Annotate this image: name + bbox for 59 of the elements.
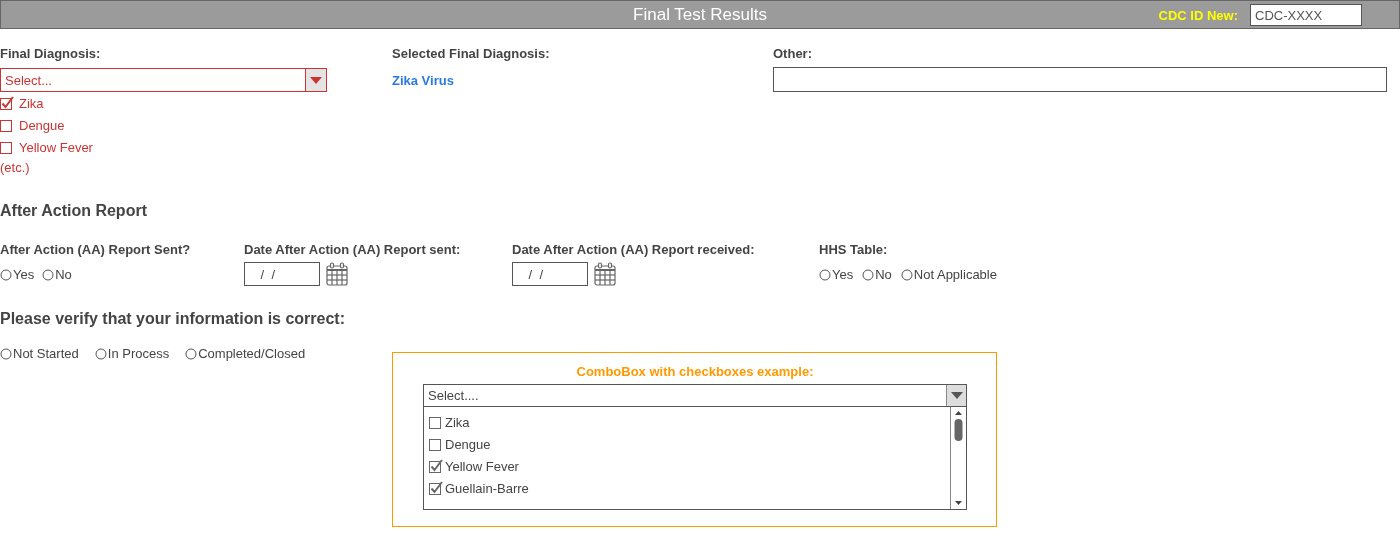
field-label: Selected Final Diagnosis:: [392, 46, 551, 61]
radio-label: No: [875, 267, 892, 282]
field-label: After Action (AA) Report Sent?: [0, 242, 192, 257]
option-label: Dengue: [19, 117, 65, 133]
radio-label: Not Started: [13, 346, 79, 361]
form-title: Final Test Results: [633, 4, 767, 25]
option-label: Guellain-Barre: [445, 480, 529, 496]
radio-button[interactable]: [94, 347, 107, 360]
field-label: Final Diagnosis:: [0, 46, 102, 61]
field-label: Date After Action (AA) Report received:: [512, 242, 756, 257]
radio-label: Yes: [13, 267, 35, 282]
calendar-icon[interactable]: [326, 262, 348, 286]
dropdown-button[interactable]: [305, 69, 326, 91]
field-label: HHS Table:: [819, 242, 889, 257]
caret-icon: [950, 392, 963, 399]
field-label: Other:: [773, 46, 813, 61]
option-label: Zika: [445, 414, 470, 430]
checked-checkbox[interactable]: [429, 481, 444, 495]
caret-icon: [310, 76, 322, 84]
radio-button[interactable]: [42, 268, 55, 281]
placeholder-text: Select....: [428, 388, 479, 403]
section-title: ComboBox with checkboxes example:: [575, 364, 815, 379]
radio-label: In Process: [107, 346, 170, 361]
scrollbar[interactable]: [950, 407, 966, 509]
date-field[interactable]: / /: [244, 262, 320, 286]
section-heading: After Action Report: [0, 202, 148, 220]
option-label: Yellow Fever: [445, 458, 519, 474]
diagnosis-dropdown[interactable]: Select...: [0, 68, 327, 92]
checkbox[interactable]: [429, 437, 444, 451]
option-label: Dengue: [445, 436, 491, 452]
cdc-id-field[interactable]: CDC-XXXX: [1250, 4, 1362, 26]
calendar-icon[interactable]: [594, 262, 616, 286]
date-field[interactable]: / /: [512, 262, 588, 286]
radio-label: No: [55, 267, 72, 282]
checked-checkbox[interactable]: [429, 459, 444, 473]
field-label: CDC ID New:: [1158, 7, 1238, 23]
other-input-field[interactable]: [773, 67, 1387, 92]
selected-value: Zika Virus: [392, 73, 455, 88]
combo-box[interactable]: Select....: [423, 384, 967, 407]
radio-button[interactable]: [900, 268, 913, 281]
note-text: (etc.): [0, 160, 31, 175]
placeholder-text: Select...: [5, 72, 52, 88]
radio-label: Yes: [832, 267, 854, 282]
field-label: Date After Action (AA) Report sent:: [244, 242, 462, 257]
checkbox[interactable]: [0, 118, 15, 132]
radio-button[interactable]: [862, 268, 875, 281]
radio-label: Not Applicable: [913, 267, 997, 282]
checkbox[interactable]: [0, 140, 15, 154]
dropdown-button[interactable]: [946, 385, 966, 406]
radio-button[interactable]: [819, 268, 831, 281]
option-label: Zika: [19, 95, 44, 111]
radio-label: Completed/Closed: [198, 346, 306, 361]
section-heading: Please verify that your information is correct:: [0, 310, 346, 328]
radio-button[interactable]: [185, 347, 198, 360]
option-label: Yellow Fever: [19, 139, 93, 155]
checked-checkbox[interactable]: [0, 96, 15, 110]
checkbox[interactable]: [429, 415, 444, 429]
radio-button[interactable]: [0, 268, 12, 281]
radio-button[interactable]: [0, 347, 12, 360]
